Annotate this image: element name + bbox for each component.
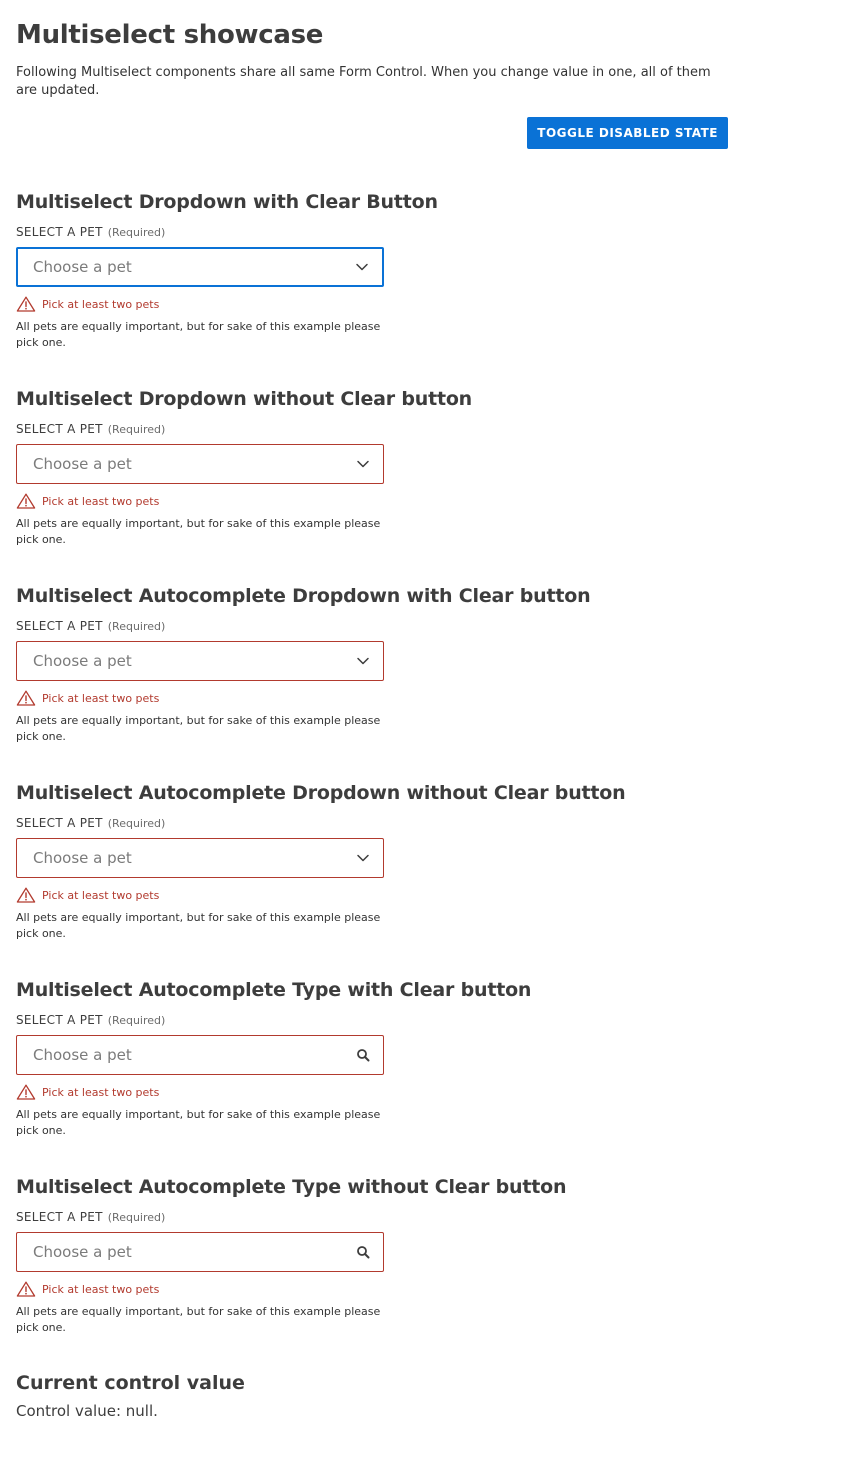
section-title: Multiselect Autocomplete Dropdown withou… [16, 782, 626, 804]
multiselect-section: Multiselect Dropdown with Clear Button SE… [16, 189, 728, 351]
section-title: Multiselect Autocomplete Dropdown with C… [16, 585, 591, 607]
error-text: Pick at least two pets [42, 1282, 160, 1296]
showcase-page: Multiselect showcase Following Multisele… [16, 18, 728, 1420]
required-indicator: (Required) [107, 226, 166, 239]
hint-text: All pets are equally important, but for … [16, 1305, 381, 1334]
chevron-down-icon[interactable] [355, 850, 371, 866]
hint-text: All pets are equally important, but for … [16, 517, 381, 546]
hint-text: All pets are equally important, but for … [16, 1108, 381, 1137]
current-value-text: Control value: null. [16, 1402, 158, 1420]
section-title: Multiselect Dropdown with Clear Button [16, 191, 438, 213]
search-icon [355, 1047, 371, 1063]
hint-text: All pets are equally important, but for … [16, 911, 381, 940]
chevron-down-icon[interactable] [354, 259, 370, 275]
field-label: SELECT A PET (Required) [16, 815, 728, 832]
error-text: Pick at least two pets [42, 494, 160, 508]
error-message: Pick at least two pets [16, 1281, 728, 1297]
section-title: Multiselect Autocomplete Type with Clear… [16, 979, 532, 1001]
pet-autocomplete-input[interactable]: Choose a pet [16, 1035, 384, 1075]
pet-multiselect-dropdown[interactable]: Choose a pet [16, 838, 384, 878]
pet-multiselect-dropdown[interactable]: Choose a pet [16, 641, 384, 681]
required-indicator: (Required) [107, 620, 166, 633]
error-text: Pick at least two pets [42, 297, 160, 311]
required-indicator: (Required) [107, 1211, 166, 1224]
chevron-down-icon[interactable] [355, 653, 371, 669]
field-label-text: SELECT A PET [16, 1013, 103, 1027]
placeholder-text: Choose a pet [33, 258, 132, 276]
warning-icon [16, 493, 36, 509]
sections-container: Multiselect Dropdown with Clear Button SE… [16, 189, 728, 1336]
field-label-text: SELECT A PET [16, 422, 103, 436]
warning-icon [16, 1084, 36, 1100]
intro-text: Following Multiselect components share a… [16, 65, 711, 98]
placeholder-text: Choose a pet [33, 1046, 132, 1064]
placeholder-text: Choose a pet [33, 1243, 132, 1261]
multiselect-section: Multiselect Autocomplete Dropdown withou… [16, 780, 728, 942]
current-value-title: Current control value [16, 1372, 245, 1394]
multiselect-section: Multiselect Autocomplete Dropdown with C… [16, 583, 728, 745]
field-label-text: SELECT A PET [16, 619, 103, 633]
pet-multiselect-dropdown[interactable]: Choose a pet [16, 444, 384, 484]
error-text: Pick at least two pets [42, 888, 160, 902]
error-message: Pick at least two pets [16, 690, 728, 706]
section-title: Multiselect Dropdown without Clear butto… [16, 388, 473, 410]
field-label: SELECT A PET (Required) [16, 1012, 728, 1029]
current-value-section: Current control value Control value: nul… [16, 1370, 728, 1420]
field-label-text: SELECT A PET [16, 225, 103, 239]
multiselect-section: Multiselect Autocomplete Type with Clear… [16, 977, 728, 1139]
section-title: Multiselect Autocomplete Type without Cl… [16, 1176, 567, 1198]
error-message: Pick at least two pets [16, 493, 728, 509]
placeholder-text: Choose a pet [33, 652, 132, 670]
error-text: Pick at least two pets [42, 691, 160, 705]
field-label: SELECT A PET (Required) [16, 618, 728, 635]
error-text: Pick at least two pets [42, 1085, 160, 1099]
multiselect-section: Multiselect Dropdown without Clear butto… [16, 386, 728, 548]
field-label-text: SELECT A PET [16, 816, 103, 830]
chevron-down-icon[interactable] [355, 456, 371, 472]
field-label: SELECT A PET (Required) [16, 1209, 728, 1226]
error-message: Pick at least two pets [16, 887, 728, 903]
multiselect-section: Multiselect Autocomplete Type without Cl… [16, 1174, 728, 1336]
warning-icon [16, 1281, 36, 1297]
placeholder-text: Choose a pet [33, 849, 132, 867]
field-label: SELECT A PET (Required) [16, 421, 728, 438]
warning-icon [16, 690, 36, 706]
required-indicator: (Required) [107, 1014, 166, 1027]
required-indicator: (Required) [107, 817, 166, 830]
warning-icon [16, 296, 36, 312]
search-icon [355, 1244, 371, 1260]
field-label-text: SELECT A PET [16, 1210, 103, 1224]
hint-text: All pets are equally important, but for … [16, 714, 381, 743]
toggle-disabled-state-button[interactable]: TOGGLE DISABLED STATE [527, 117, 728, 149]
hint-text: All pets are equally important, but for … [16, 320, 381, 349]
pet-autocomplete-input[interactable]: Choose a pet [16, 1232, 384, 1272]
toggle-row: TOGGLE DISABLED STATE [16, 117, 728, 149]
error-message: Pick at least two pets [16, 296, 728, 312]
warning-icon [16, 887, 36, 903]
field-label: SELECT A PET (Required) [16, 224, 728, 241]
placeholder-text: Choose a pet [33, 455, 132, 473]
pet-multiselect-dropdown[interactable]: Choose a pet [16, 247, 384, 287]
required-indicator: (Required) [107, 423, 166, 436]
error-message: Pick at least two pets [16, 1084, 728, 1100]
page-title: Multiselect showcase [16, 20, 324, 50]
